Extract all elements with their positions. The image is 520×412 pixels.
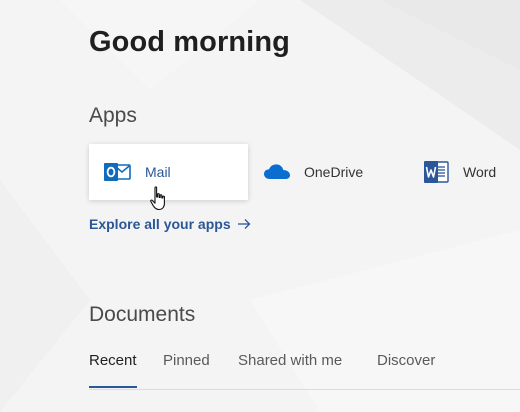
app-tile-word[interactable]: Word (423, 144, 518, 200)
documents-tabs: Recent Pinned Shared with me Discover (89, 351, 520, 390)
tab-pinned[interactable]: Pinned (163, 351, 210, 388)
app-label-mail: Mail (145, 164, 171, 180)
app-label-onedrive: OneDrive (304, 164, 364, 180)
hand-cursor-icon (150, 186, 165, 211)
documents-section-title: Documents (89, 303, 196, 326)
apps-section-title: Apps (89, 104, 137, 127)
page-title: Good morning (89, 26, 290, 58)
explore-all-apps-link[interactable]: Explore all your apps (89, 216, 251, 232)
explore-link-label: Explore all your apps (89, 216, 231, 232)
arrow-right-icon (237, 219, 251, 229)
app-label-word: Word (463, 164, 497, 180)
tab-discover[interactable]: Discover (377, 351, 435, 388)
onedrive-cloud-icon (263, 162, 291, 182)
home-page: Good morning Apps Mail OneDrive Word Exp… (0, 0, 520, 412)
word-icon (423, 159, 449, 185)
tab-shared-with-me[interactable]: Shared with me (238, 351, 342, 388)
app-tile-mail[interactable]: Mail (89, 144, 248, 200)
outlook-icon (103, 160, 131, 184)
app-tile-onedrive[interactable]: OneDrive (263, 144, 393, 200)
tab-recent[interactable]: Recent (89, 351, 137, 388)
